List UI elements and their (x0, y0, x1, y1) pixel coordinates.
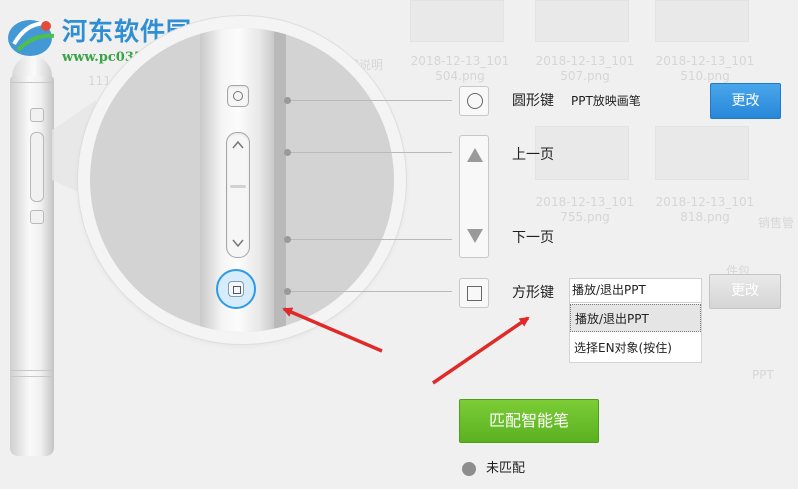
square-key-label: 方形键 (512, 285, 554, 301)
pen-seam (10, 82, 54, 83)
round-key-icon (459, 86, 489, 116)
status-text: 未匹配 (486, 461, 526, 476)
page-rocker-icon (459, 135, 489, 258)
magnified-pen-edge (274, 28, 286, 332)
pen-seam (10, 370, 54, 371)
magnified-square-key-highlight (216, 269, 256, 309)
pen-seam (10, 376, 54, 377)
leader-line (291, 239, 452, 240)
match-pen-button[interactable]: 匹配智能笔 (459, 399, 599, 443)
dropdown-option[interactable]: 选择EN对象(按住) (570, 334, 701, 362)
magnified-round-key (227, 85, 249, 107)
leader-line (291, 291, 452, 292)
pen-body (10, 76, 54, 456)
leader-line (291, 152, 452, 153)
magnified-rocker-key (226, 132, 250, 258)
chevron-up-icon (232, 140, 244, 149)
square-key-function-select[interactable]: 播放/退出PPT (569, 278, 702, 303)
leader-dot (284, 288, 291, 295)
pen-square-key (30, 210, 44, 224)
dropdown-option[interactable]: 播放/退出PPT (570, 304, 701, 332)
square-key-change-button[interactable]: 更改 (709, 274, 781, 309)
square-key-icon (459, 278, 489, 308)
round-key-function: PPT放映画笔 (571, 94, 641, 108)
rocker-divider (230, 185, 246, 188)
pen-rocker-key (30, 132, 44, 202)
page-down-label: 下一页 (512, 230, 554, 246)
leader-line (291, 100, 452, 101)
status-indicator-icon (462, 462, 476, 476)
chevron-down-icon (232, 239, 244, 248)
leader-dot (284, 97, 291, 104)
square-key-function-dropdown: 播放/退出PPT 选择EN对象(按住) (569, 303, 702, 363)
page-down-triangle-icon (467, 229, 483, 243)
pen-illustration (8, 56, 56, 456)
watermark-logo-icon (8, 20, 55, 56)
round-key-label: 圆形键 (512, 93, 554, 109)
leader-dot (284, 236, 291, 243)
page-up-triangle-icon (467, 148, 483, 162)
leader-dot (284, 149, 291, 156)
magnifier-view (90, 28, 394, 332)
round-key-change-button[interactable]: 更改 (710, 83, 781, 119)
page-up-label: 上一页 (512, 147, 554, 163)
pen-round-key (30, 108, 44, 122)
